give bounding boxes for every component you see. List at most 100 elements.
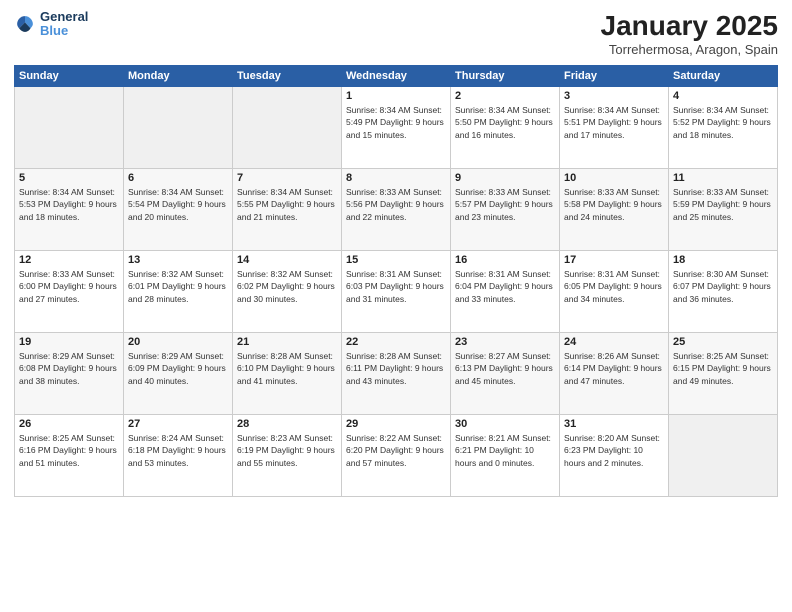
day-info: Sunrise: 8:26 AM Sunset: 6:14 PM Dayligh… [564,350,664,387]
day-info: Sunrise: 8:34 AM Sunset: 5:52 PM Dayligh… [673,104,773,141]
calendar-cell-w1-d3: 8 Sunrise: 8:33 AM Sunset: 5:56 PM Daylig… [342,169,451,251]
day-info: Sunrise: 8:28 AM Sunset: 6:10 PM Dayligh… [237,350,337,387]
day-number: 4 [673,90,773,102]
day-info: Sunrise: 8:22 AM Sunset: 6:20 PM Dayligh… [346,432,446,469]
calendar-week-row-0: 1 Sunrise: 8:34 AM Sunset: 5:49 PM Daylig… [15,87,778,169]
calendar-cell-w4-d2: 28Sunrise: 8:23 AM Sunset: 6:19 PM Dayli… [233,415,342,497]
day-number: 17 [564,254,664,266]
col-monday: Monday [124,66,233,87]
calendar-cell-w2-d0: 12 Sunrise: 8:33 AM Sunset: 6:00 PM Dayli… [15,251,124,333]
col-friday: Friday [560,66,669,87]
calendar-cell-w0-d1 [124,87,233,169]
day-number: 28 [237,418,337,430]
logo-icon [14,13,36,35]
day-number: 1 [346,90,446,102]
col-sunday: Sunday [15,66,124,87]
day-info: Sunrise: 8:33 AM Sunset: 6:00 PM Dayligh… [19,268,119,305]
day-number: 22 [346,336,446,348]
calendar-title: January 2025 [601,10,778,42]
calendar-cell-w3-d2: 21 Sunrise: 8:28 AM Sunset: 6:10 PM Dayli… [233,333,342,415]
day-info: Sunrise: 8:32 AM Sunset: 6:02 PM Dayligh… [237,268,337,305]
day-info: Sunrise: 8:33 AM Sunset: 5:59 PM Dayligh… [673,186,773,223]
day-number: 20 [128,336,228,348]
calendar-cell-w0-d2 [233,87,342,169]
day-info: Sunrise: 8:29 AM Sunset: 6:09 PM Dayligh… [128,350,228,387]
day-number: 7 [237,172,337,184]
calendar-cell-w3-d0: 19 Sunrise: 8:29 AM Sunset: 6:08 PM Dayli… [15,333,124,415]
calendar-cell-w4-d1: 27Sunrise: 8:24 AM Sunset: 6:18 PM Dayli… [124,415,233,497]
calendar-week-row-3: 19 Sunrise: 8:29 AM Sunset: 6:08 PM Dayli… [15,333,778,415]
calendar-cell-w2-d4: 16Sunrise: 8:31 AM Sunset: 6:04 PM Dayli… [451,251,560,333]
day-number: 19 [19,336,119,348]
day-number: 24 [564,336,664,348]
day-number: 26 [19,418,119,430]
calendar-cell-w0-d6: 4 Sunrise: 8:34 AM Sunset: 5:52 PM Daylig… [669,87,778,169]
day-number: 6 [128,172,228,184]
day-info: Sunrise: 8:20 AM Sunset: 6:23 PM Dayligh… [564,432,664,469]
day-info: Sunrise: 8:21 AM Sunset: 6:21 PM Dayligh… [455,432,555,469]
day-number: 30 [455,418,555,430]
day-info: Sunrise: 8:27 AM Sunset: 6:13 PM Dayligh… [455,350,555,387]
day-info: Sunrise: 8:31 AM Sunset: 6:04 PM Dayligh… [455,268,555,305]
day-info: Sunrise: 8:28 AM Sunset: 6:11 PM Dayligh… [346,350,446,387]
calendar-cell-w2-d6: 18Sunrise: 8:30 AM Sunset: 6:07 PM Dayli… [669,251,778,333]
calendar-cell-w1-d1: 6 Sunrise: 8:34 AM Sunset: 5:54 PM Daylig… [124,169,233,251]
day-number: 12 [19,254,119,266]
day-info: Sunrise: 8:29 AM Sunset: 6:08 PM Dayligh… [19,350,119,387]
day-info: Sunrise: 8:33 AM Sunset: 5:57 PM Dayligh… [455,186,555,223]
day-number: 11 [673,172,773,184]
calendar-cell-w2-d1: 13 Sunrise: 8:32 AM Sunset: 6:01 PM Dayli… [124,251,233,333]
day-info: Sunrise: 8:31 AM Sunset: 6:05 PM Dayligh… [564,268,664,305]
day-number: 5 [19,172,119,184]
header: General Blue January 2025 Torrehermosa, … [14,10,778,57]
day-number: 18 [673,254,773,266]
calendar-header-row: Sunday Monday Tuesday Wednesday Thursday… [15,66,778,87]
day-info: Sunrise: 8:25 AM Sunset: 6:15 PM Dayligh… [673,350,773,387]
calendar-cell-w2-d3: 15 Sunrise: 8:31 AM Sunset: 6:03 PM Dayli… [342,251,451,333]
calendar-cell-w4-d4: 30 Sunrise: 8:21 AM Sunset: 6:21 PM Dayli… [451,415,560,497]
calendar-cell-w0-d4: 2Sunrise: 8:34 AM Sunset: 5:50 PM Daylig… [451,87,560,169]
calendar-cell-w4-d5: 31 Sunrise: 8:20 AM Sunset: 6:23 PM Dayli… [560,415,669,497]
calendar-cell-w1-d5: 10Sunrise: 8:33 AM Sunset: 5:58 PM Dayli… [560,169,669,251]
day-info: Sunrise: 8:25 AM Sunset: 6:16 PM Dayligh… [19,432,119,469]
calendar-week-row-1: 5 Sunrise: 8:34 AM Sunset: 5:53 PM Daylig… [15,169,778,251]
day-number: 3 [564,90,664,102]
day-info: Sunrise: 8:34 AM Sunset: 5:55 PM Dayligh… [237,186,337,223]
day-info: Sunrise: 8:34 AM Sunset: 5:49 PM Dayligh… [346,104,446,141]
day-info: Sunrise: 8:31 AM Sunset: 6:03 PM Dayligh… [346,268,446,305]
calendar-cell-w3-d1: 20 Sunrise: 8:29 AM Sunset: 6:09 PM Dayli… [124,333,233,415]
calendar-week-row-2: 12 Sunrise: 8:33 AM Sunset: 6:00 PM Dayli… [15,251,778,333]
col-thursday: Thursday [451,66,560,87]
day-number: 27 [128,418,228,430]
day-number: 14 [237,254,337,266]
calendar-cell-w1-d0: 5 Sunrise: 8:34 AM Sunset: 5:53 PM Daylig… [15,169,124,251]
day-number: 15 [346,254,446,266]
day-info: Sunrise: 8:32 AM Sunset: 6:01 PM Dayligh… [128,268,228,305]
day-number: 9 [455,172,555,184]
calendar-cell-w1-d6: 11 Sunrise: 8:33 AM Sunset: 5:59 PM Dayli… [669,169,778,251]
day-number: 2 [455,90,555,102]
day-number: 21 [237,336,337,348]
calendar-table: Sunday Monday Tuesday Wednesday Thursday… [14,65,778,497]
day-info: Sunrise: 8:34 AM Sunset: 5:51 PM Dayligh… [564,104,664,141]
day-info: Sunrise: 8:33 AM Sunset: 5:56 PM Dayligh… [346,186,446,223]
day-info: Sunrise: 8:34 AM Sunset: 5:53 PM Dayligh… [19,186,119,223]
calendar-cell-w3-d3: 22 Sunrise: 8:28 AM Sunset: 6:11 PM Dayli… [342,333,451,415]
calendar-cell-w0-d3: 1 Sunrise: 8:34 AM Sunset: 5:49 PM Daylig… [342,87,451,169]
col-tuesday: Tuesday [233,66,342,87]
title-block: January 2025 Torrehermosa, Aragon, Spain [601,10,778,57]
day-number: 13 [128,254,228,266]
day-info: Sunrise: 8:34 AM Sunset: 5:54 PM Dayligh… [128,186,228,223]
col-saturday: Saturday [669,66,778,87]
calendar-cell-w4-d0: 26 Sunrise: 8:25 AM Sunset: 6:16 PM Dayli… [15,415,124,497]
day-number: 8 [346,172,446,184]
day-number: 31 [564,418,664,430]
logo-line1: General [40,10,88,24]
calendar-cell-w0-d0 [15,87,124,169]
calendar-cell-w2-d2: 14 Sunrise: 8:32 AM Sunset: 6:02 PM Dayli… [233,251,342,333]
calendar-cell-w3-d6: 25 Sunrise: 8:25 AM Sunset: 6:15 PM Dayli… [669,333,778,415]
day-number: 25 [673,336,773,348]
calendar-cell-w1-d2: 7 Sunrise: 8:34 AM Sunset: 5:55 PM Daylig… [233,169,342,251]
calendar-cell-w3-d4: 23Sunrise: 8:27 AM Sunset: 6:13 PM Dayli… [451,333,560,415]
day-number: 10 [564,172,664,184]
